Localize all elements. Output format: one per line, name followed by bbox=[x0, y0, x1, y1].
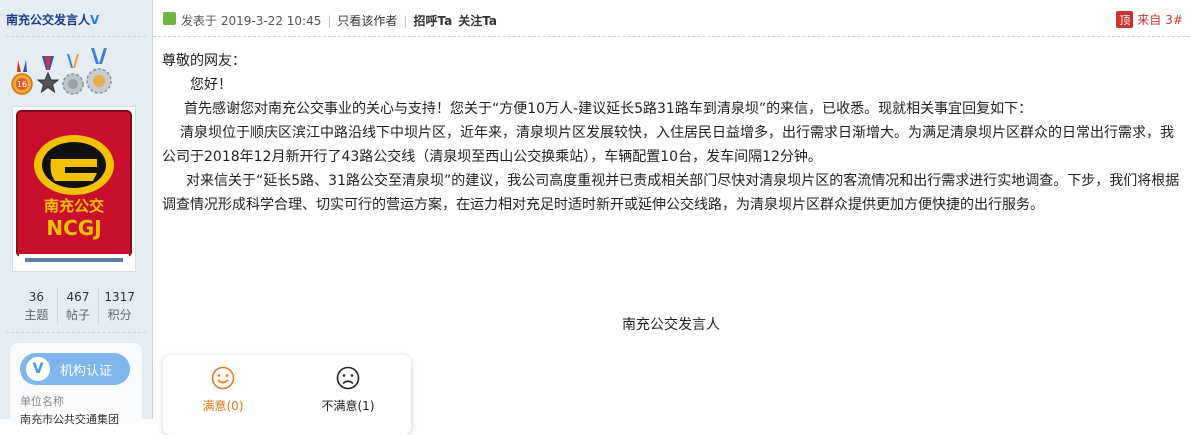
stat-points[interactable]: 1317 积分 bbox=[99, 288, 140, 324]
post-meta: 发表于 2019-3-22 10:45 | 只看该作者 | 招呼Ta 关注Ta bbox=[181, 12, 503, 29]
stat-topics[interactable]: 36 主题 bbox=[16, 288, 58, 324]
only-author-link[interactable]: 只看该作者 bbox=[337, 12, 397, 29]
vote-box: 满意(0) 不满意(1) bbox=[163, 355, 411, 435]
post-header: 发表于 2019-3-22 10:45 | 只看该作者 | 招呼Ta 关注Ta … bbox=[153, 0, 1190, 37]
paragraph: 首先感谢您对南充公交事业的关心与支持！您关于“方便10万人-建议延长5路31路车… bbox=[184, 101, 1033, 117]
vote-satisfied-button[interactable]: 满意(0) bbox=[163, 365, 283, 414]
smile-icon bbox=[211, 366, 235, 390]
floor-from: 来自 bbox=[1137, 13, 1162, 27]
author-name-link[interactable]: 南充公交发言人V bbox=[6, 11, 99, 28]
posted-prefix: 发表于 bbox=[181, 14, 218, 28]
meta-separator: | bbox=[403, 13, 408, 28]
medal-list: 16 bbox=[10, 44, 120, 96]
floor-number-link[interactable]: 3# bbox=[1165, 13, 1183, 27]
floor-info: 顶 来自 3# bbox=[1116, 11, 1183, 28]
meta-separator: | bbox=[327, 13, 332, 28]
stat-value[interactable]: 467 bbox=[58, 288, 99, 306]
stat-label: 积分 bbox=[107, 308, 132, 322]
paragraph: 清泉坝位于顺庆区滨江中路沿线下中坝片区，近年来，清泉坝片区发展较快，入住居民日益… bbox=[162, 125, 1174, 165]
stat-label: 主题 bbox=[24, 308, 49, 322]
org-verification-box: V 机构认证 单位名称 南充市公共交通集团 bbox=[10, 343, 142, 426]
svg-text:16: 16 bbox=[17, 80, 27, 89]
bump-icon[interactable]: 顶 bbox=[1116, 11, 1134, 28]
stat-value[interactable]: 36 bbox=[16, 288, 57, 306]
author-sidebar: 南充公交发言人V 16 南充公交 NCGJ 36 主题 467 帖子 1317 … bbox=[0, 0, 153, 426]
stat-value[interactable]: 1317 bbox=[99, 288, 140, 306]
sidebar-divider bbox=[6, 36, 146, 37]
greet-link[interactable]: 招呼Ta bbox=[413, 12, 452, 29]
org-verify-button[interactable]: V 机构认证 bbox=[20, 353, 130, 385]
verified-badge: V bbox=[90, 13, 100, 27]
avatar[interactable]: 南充公交 NCGJ bbox=[12, 106, 136, 272]
stat-label: 帖子 bbox=[66, 308, 91, 322]
svg-text:南充公交: 南充公交 bbox=[44, 197, 104, 215]
author-stats: 36 主题 467 帖子 1317 积分 bbox=[16, 288, 140, 324]
follow-link[interactable]: 关注Ta bbox=[458, 12, 497, 29]
author-name[interactable]: 南充公交发言人 bbox=[6, 13, 90, 27]
vote-unsatisfied-button[interactable]: 不满意(1) bbox=[288, 365, 408, 414]
frown-icon bbox=[336, 366, 360, 390]
signature: 南充公交发言人 bbox=[622, 317, 720, 333]
post-content: 尊敬的网友： 您好！ 首先感谢您对南充公交事业的关心与支持！您关于“方便10万人… bbox=[162, 49, 1180, 217]
org-field-label: 单位名称 bbox=[20, 395, 64, 408]
posted-time: 2019-3-22 10:45 bbox=[220, 13, 322, 28]
verified-v-icon: V bbox=[26, 357, 50, 381]
medal-gear-gold-icon[interactable] bbox=[86, 48, 112, 96]
online-status-icon bbox=[163, 12, 176, 25]
vote-unsatisfied-label: 不满意(1) bbox=[321, 399, 375, 413]
salutation: 尊敬的网友： bbox=[162, 53, 246, 69]
sidebar-divider bbox=[6, 332, 146, 333]
org-verify-label: 机构认证 bbox=[60, 363, 113, 379]
vote-satisfied-label: 满意(0) bbox=[202, 399, 244, 413]
stat-posts[interactable]: 467 帖子 bbox=[58, 288, 100, 324]
medal-star-icon[interactable] bbox=[36, 56, 60, 96]
medal-16-icon[interactable]: 16 bbox=[10, 60, 34, 96]
org-field-value: 南充市公共交通集团 bbox=[20, 413, 119, 426]
ncgj-logo: 南充公交 NCGJ bbox=[16, 110, 132, 268]
paragraph: 对来信关于“延长5路、31路公交至清泉坝”的建议，我公司高度重视并已责成相关部门… bbox=[162, 173, 1180, 213]
medal-gear-icon[interactable] bbox=[62, 54, 84, 96]
greeting: 您好！ bbox=[190, 77, 232, 93]
svg-text:NCGJ: NCGJ bbox=[46, 216, 101, 240]
